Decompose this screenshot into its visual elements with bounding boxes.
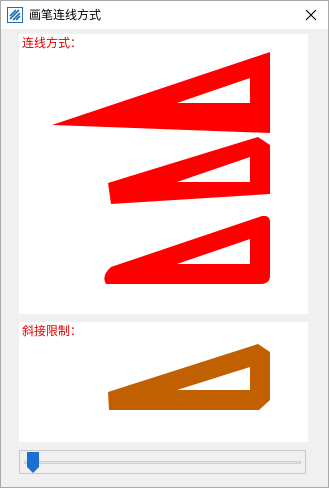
miter-limit-panel: 斜接限制：: [19, 322, 308, 442]
slider-thumb[interactable]: [27, 452, 39, 473]
window-title: 画笔连线方式: [29, 8, 102, 22]
close-button[interactable]: [294, 1, 328, 29]
slider-track: [24, 461, 301, 464]
line-join-canvas: [52, 52, 270, 284]
miter-limit-canvas: [108, 344, 270, 410]
round-join-shape: [104, 215, 270, 284]
miter-join-shape: [52, 52, 270, 133]
miter-limit-shape: [108, 344, 270, 410]
bevel-join-shape: [108, 137, 270, 204]
close-icon: [305, 9, 317, 21]
miter-limit-slider[interactable]: [19, 450, 306, 474]
app-logo-icon: [7, 7, 23, 23]
app-window: 画笔连线方式 连线方式： 斜接限制：: [0, 0, 329, 488]
line-join-panel: 连线方式：: [19, 34, 308, 314]
title-bar[interactable]: 画笔连线方式: [1, 1, 328, 29]
